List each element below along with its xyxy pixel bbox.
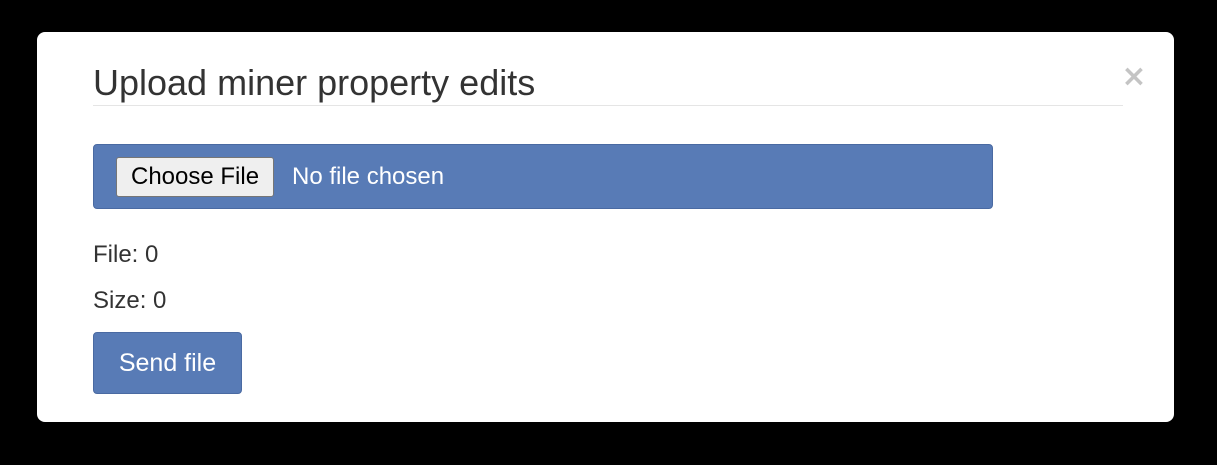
file-count: File: 0 xyxy=(93,240,158,270)
file-input[interactable]: Choose File No file chosen xyxy=(93,144,993,209)
upload-modal: Upload miner property edits × Choose Fil… xyxy=(37,32,1174,422)
file-count-label: File: xyxy=(93,241,139,268)
file-size: Size: 0 xyxy=(93,286,166,316)
modal-header: Upload miner property edits xyxy=(93,32,1123,106)
file-size-label: Size: xyxy=(93,287,147,314)
send-file-button[interactable]: Send file xyxy=(93,332,242,394)
file-count-value: 0 xyxy=(145,241,159,268)
file-size-value: 0 xyxy=(153,287,167,314)
file-status-text: No file chosen xyxy=(292,163,445,190)
choose-file-button[interactable]: Choose File xyxy=(116,157,275,197)
close-icon[interactable]: × xyxy=(1119,62,1149,92)
modal-title: Upload miner property edits xyxy=(93,62,536,103)
